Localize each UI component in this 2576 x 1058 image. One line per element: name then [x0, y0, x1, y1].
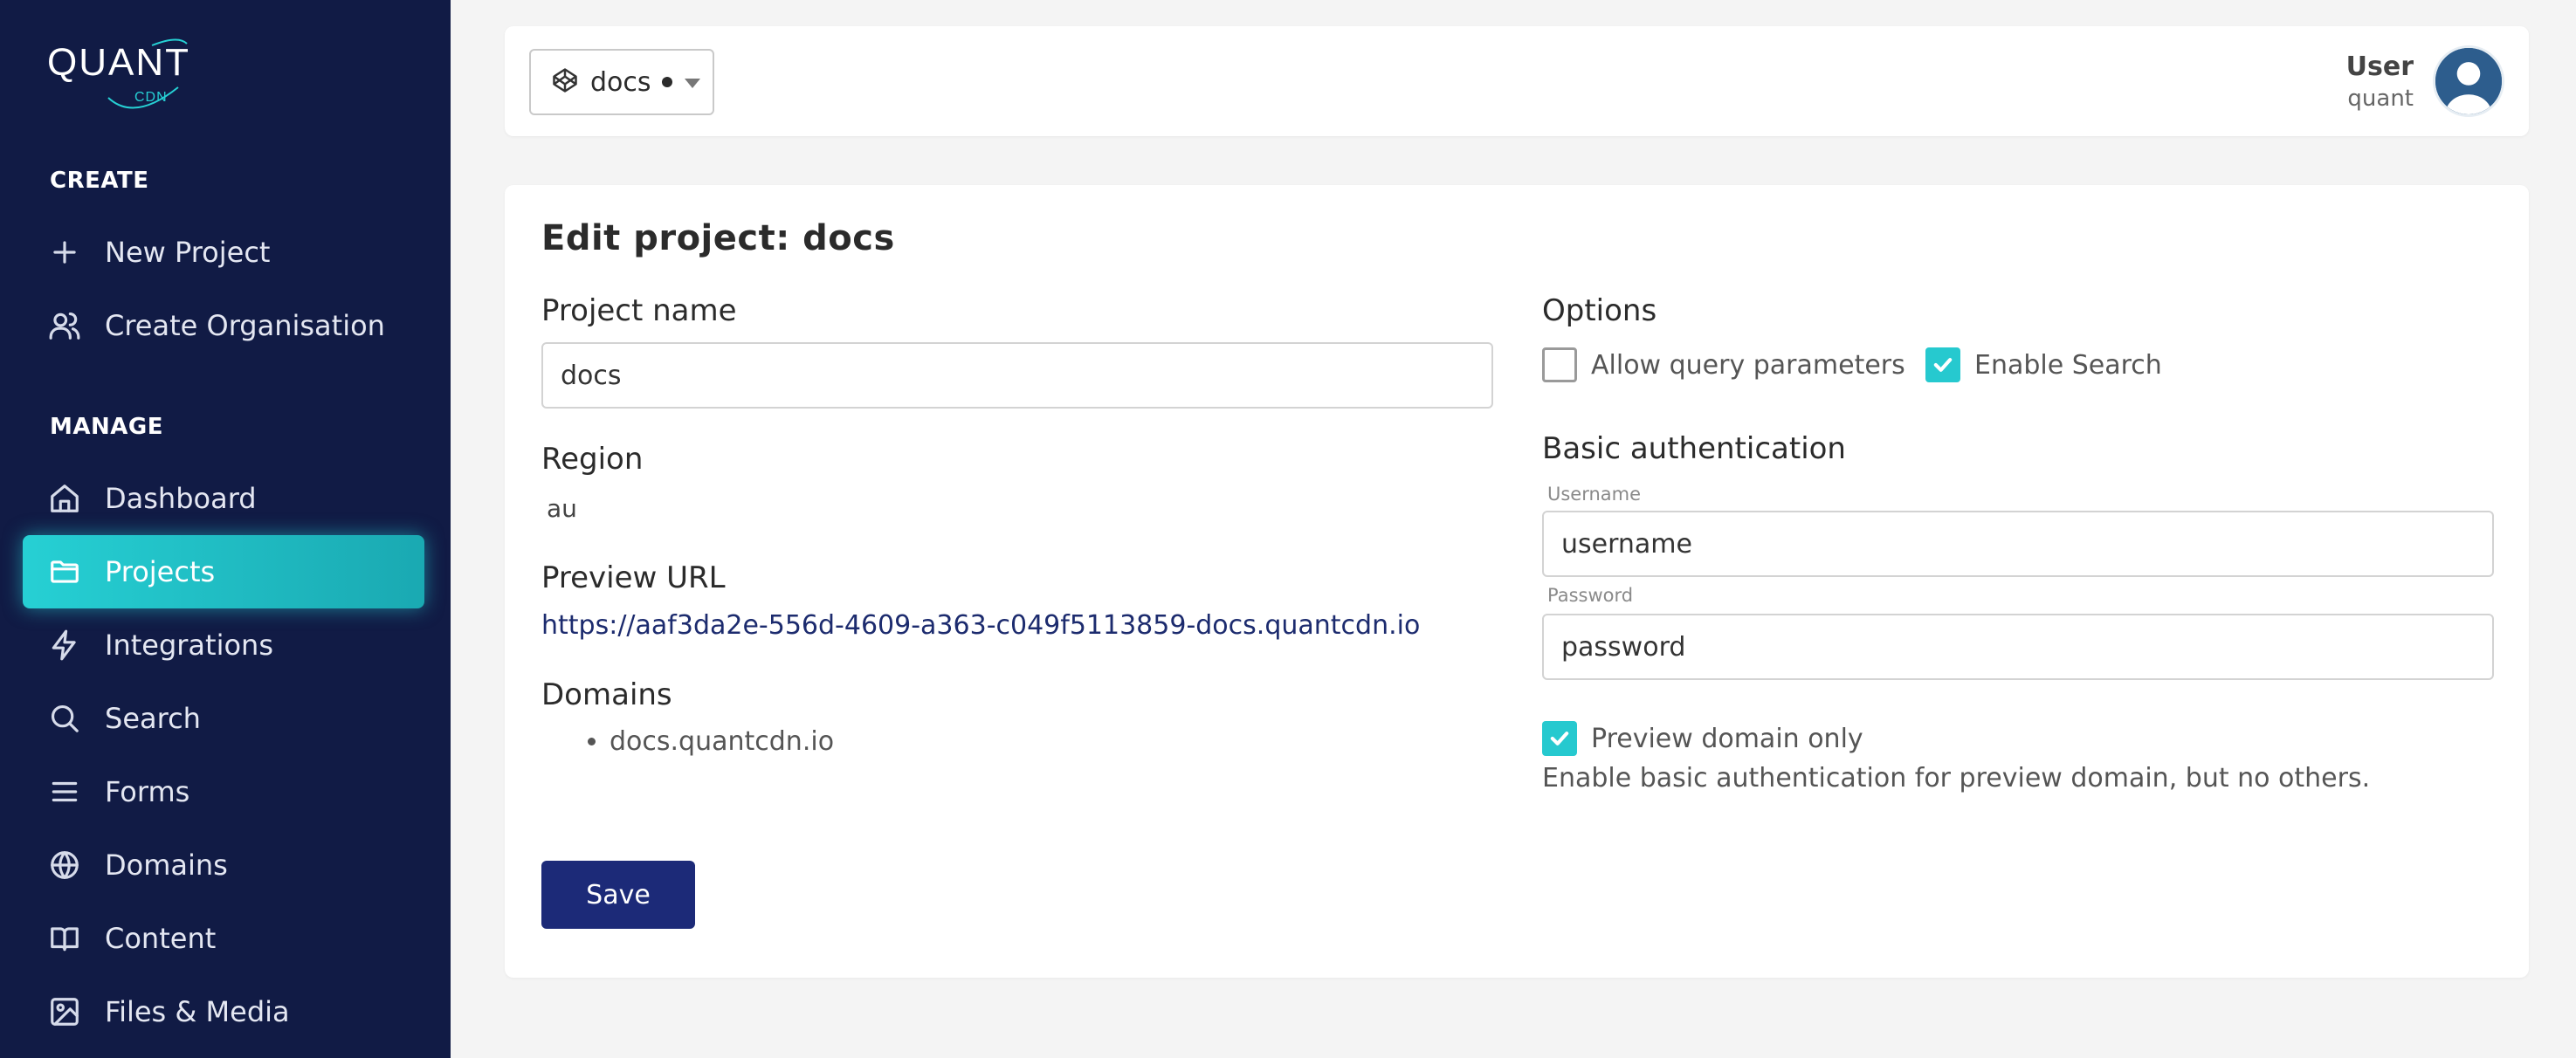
sidebar-item-files-media[interactable]: Files & Media: [23, 975, 424, 1048]
page-title: Edit project: docs: [541, 218, 895, 258]
project-name-label: Project name: [541, 293, 737, 328]
checkbox-label: Preview domain only: [1591, 723, 1863, 754]
home-icon: [47, 481, 82, 516]
checkbox-label: Enable Search: [1974, 349, 2162, 381]
sidebar-item-domains[interactable]: Domains: [23, 828, 424, 902]
username-input[interactable]: [1542, 511, 2494, 577]
sidebar-item-content[interactable]: Content: [23, 902, 424, 975]
password-input[interactable]: [1542, 614, 2494, 680]
sidebar-item-new-project[interactable]: New Project: [23, 216, 424, 289]
menu-icon: [47, 774, 82, 809]
sidebar-item-create-organisation[interactable]: Create Organisation: [23, 289, 424, 362]
sidebar-item-search[interactable]: Search: [23, 682, 424, 755]
allow-query-parameters-checkbox[interactable]: Allow query parameters: [1542, 347, 1905, 382]
region-value: au: [547, 494, 577, 523]
user-avatar-icon: [2435, 48, 2502, 114]
manage-section-label: MANAGE: [50, 414, 163, 440]
sidebar-item-forms[interactable]: Forms: [23, 755, 424, 828]
sidebar-item-dashboard[interactable]: Dashboard: [23, 462, 424, 535]
search-icon: [47, 701, 82, 736]
domains-label: Domains: [541, 677, 672, 712]
quant-cdn-logo[interactable]: QUANT CDN: [47, 35, 231, 113]
preview-domain-only-checkbox[interactable]: Preview domain only: [1542, 721, 1863, 756]
sidebar-item-integrations[interactable]: Integrations: [23, 608, 424, 682]
globe-icon: [47, 848, 82, 883]
status-dot: [661, 77, 672, 87]
sidebar-item-label: Forms: [105, 775, 190, 808]
preview-url-label: Preview URL: [541, 560, 726, 595]
password-label: Password: [1547, 585, 1634, 606]
user-menu[interactable]: User quant: [2346, 45, 2504, 117]
checkbox-label: Allow query parameters: [1591, 349, 1905, 381]
checkmark-icon: [1550, 732, 1569, 745]
edit-project-card: Edit project: docs Project name Region a…: [505, 185, 2529, 978]
sidebar-item-label: Files & Media: [105, 995, 290, 1028]
save-button[interactable]: Save: [541, 861, 695, 929]
basic-auth-label: Basic authentication: [1542, 431, 1846, 466]
user-org: quant: [2347, 85, 2414, 112]
lightning-icon: [47, 628, 82, 663]
sidebar-item-label: New Project: [105, 236, 271, 269]
plus-icon: [47, 235, 82, 270]
sidebar-item-projects[interactable]: Projects: [23, 535, 424, 608]
checkbox-checked[interactable]: [1542, 721, 1577, 756]
checkmark-icon: [1933, 358, 1953, 372]
sidebar-item-label: Projects: [105, 555, 216, 588]
checkbox-unchecked[interactable]: [1542, 347, 1577, 382]
enable-search-checkbox[interactable]: Enable Search: [1925, 347, 2162, 382]
project-selector[interactable]: docs: [529, 49, 714, 115]
sidebar-item-label: Content: [105, 922, 217, 955]
preview-url-link[interactable]: https://aaf3da2e-556d-4609-a363-c049f511…: [541, 610, 1420, 641]
codepen-cube-icon: [552, 67, 578, 97]
preview-only-help-text: Enable basic authentication for preview …: [1542, 763, 2371, 794]
create-section-label: CREATE: [50, 168, 149, 194]
caret-down-icon: [685, 79, 700, 88]
top-header: docs User quant: [505, 26, 2529, 136]
folder-icon: [47, 554, 82, 589]
sidebar-item-label: Domains: [105, 848, 228, 882]
username-label: Username: [1547, 484, 1642, 505]
avatar[interactable]: [2433, 45, 2504, 117]
sidebar-item-label: Integrations: [105, 629, 273, 662]
logo-text: QUANT: [47, 41, 190, 84]
project-selector-value: docs: [590, 66, 651, 98]
options-label: Options: [1542, 293, 1657, 328]
checkbox-checked[interactable]: [1925, 347, 1960, 382]
list-item: docs.quantcdn.io: [610, 726, 834, 757]
region-label: Region: [541, 442, 644, 477]
sidebar-item-label: Create Organisation: [105, 309, 385, 342]
sidebar-item-label: Dashboard: [105, 482, 257, 515]
sidebar-item-label: Search: [105, 702, 201, 735]
user-name: User: [2345, 51, 2414, 82]
project-name-input[interactable]: [541, 342, 1493, 409]
sidebar: QUANT CDN CREATE New Project Create Orga…: [0, 0, 451, 1058]
user-info: User quant: [2346, 52, 2414, 112]
users-icon: [47, 308, 82, 343]
book-icon: [47, 921, 82, 956]
domains-list: docs.quantcdn.io: [578, 726, 834, 757]
image-icon: [47, 994, 82, 1029]
